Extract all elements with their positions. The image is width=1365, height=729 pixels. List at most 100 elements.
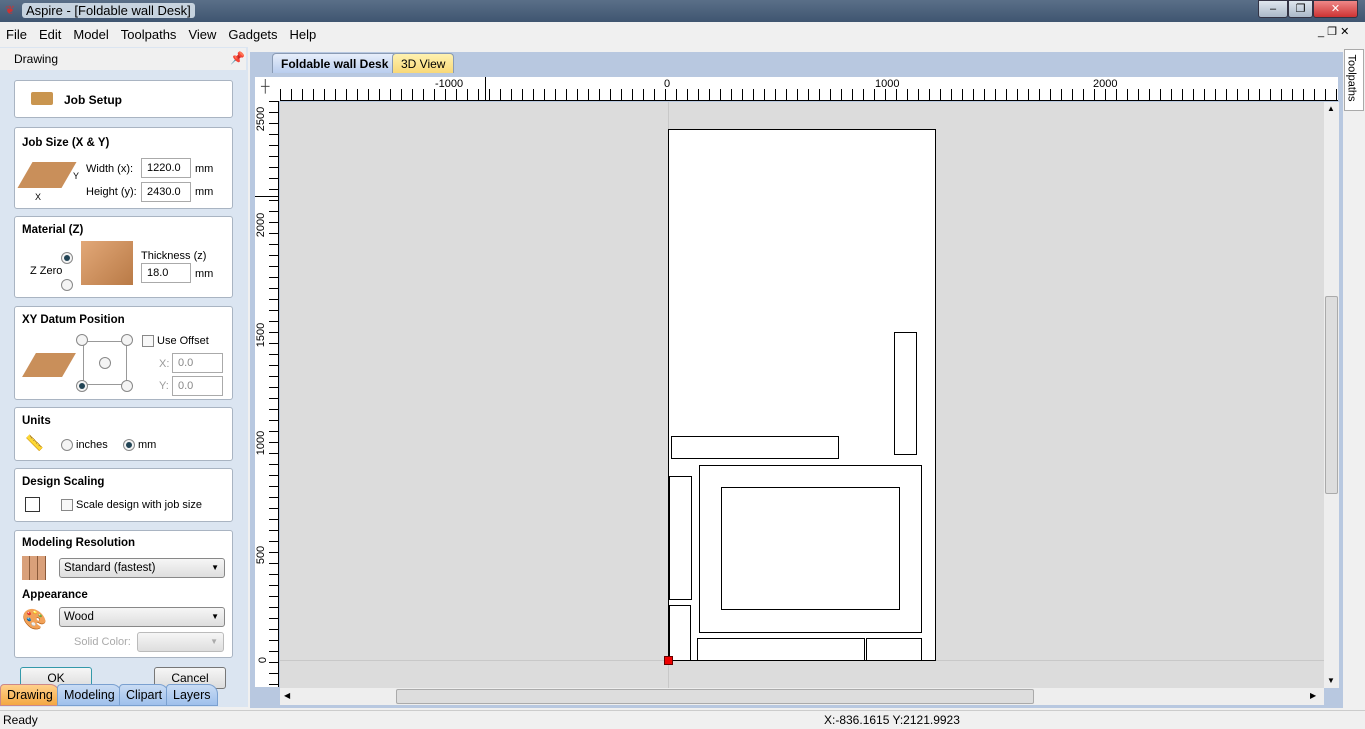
menu-gadgets[interactable]: Gadgets: [222, 22, 283, 42]
resolution-select[interactable]: Standard (fastest): [59, 558, 225, 578]
mdi-controls[interactable]: _ ❐ ✕: [1312, 20, 1355, 38]
menu-view[interactable]: View: [182, 22, 222, 42]
toolpaths-tab-label: Toolpaths: [1345, 54, 1358, 102]
resolution-section: Modeling Resolution Standard (fastest) A…: [14, 530, 233, 658]
tab-clipart[interactable]: Clipart: [119, 684, 170, 706]
scale-icon: [25, 497, 40, 512]
status-bar: Ready X:-836.1615 Y:2121.9923: [0, 710, 1365, 729]
width-unit: mm: [195, 163, 214, 175]
vertical-scroll-thumb[interactable]: [1325, 296, 1338, 494]
datum-marker: [664, 656, 673, 665]
vector-rect[interactable]: [669, 476, 692, 600]
tab-modeling[interactable]: Modeling: [57, 684, 122, 706]
solid-color-label: Solid Color:: [74, 636, 131, 648]
material-block-icon: [81, 241, 133, 285]
material-heading: Material (Z): [22, 224, 84, 236]
vector-rect[interactable]: [721, 487, 900, 610]
tab-3d-view[interactable]: 3D View: [392, 53, 455, 73]
height-input[interactable]: 2430.0: [141, 182, 191, 202]
datum-tl-radio[interactable]: [76, 334, 88, 346]
app-icon: ❦: [5, 3, 16, 17]
vector-rect[interactable]: [894, 332, 917, 455]
tab-2d-view[interactable]: Foldable wall Desk: [272, 53, 398, 73]
xy-datum-section: XY Datum Position Use Offset X: 0.0 Y: 0…: [14, 306, 233, 400]
ruler-corner[interactable]: ┼: [255, 77, 280, 101]
job-size-heading: Job Size (X & Y): [22, 137, 110, 149]
height-label: Height (y):: [86, 186, 137, 198]
z-zero-label: Z Zero: [30, 265, 63, 277]
appearance-heading: Appearance: [22, 589, 88, 601]
vector-rect[interactable]: [669, 605, 691, 661]
menu-edit[interactable]: Edit: [33, 22, 67, 42]
width-input[interactable]: 1220.0: [141, 158, 191, 178]
menu-file[interactable]: File: [0, 22, 33, 42]
solid-color-select[interactable]: [137, 632, 224, 652]
toolpaths-dock-tab[interactable]: Toolpaths: [1344, 49, 1364, 111]
datum-sheet-icon: [22, 353, 76, 377]
menu-toolpaths[interactable]: Toolpaths: [115, 22, 183, 42]
sheet-icon: [17, 162, 77, 188]
units-section: Units 📏 inches mm: [14, 407, 233, 461]
mm-radio[interactable]: [123, 439, 135, 451]
datum-center-radio[interactable]: [99, 357, 111, 369]
inches-radio[interactable]: [61, 439, 73, 451]
horizontal-scrollbar[interactable]: ◀ ▶: [280, 688, 1324, 705]
vector-rect[interactable]: [697, 638, 865, 661]
x-tick-label: 1000: [875, 78, 900, 90]
thickness-unit: mm: [195, 268, 214, 280]
panel-title: Drawing: [14, 52, 59, 66]
offset-x-label: X:: [159, 358, 170, 370]
x-tick-label: 2000: [1093, 78, 1118, 90]
scale-design-checkbox[interactable]: [61, 499, 73, 511]
vertical-scrollbar[interactable]: ▲ ▼: [1324, 102, 1339, 688]
scaling-heading: Design Scaling: [22, 476, 105, 488]
appearance-select[interactable]: Wood: [59, 607, 225, 627]
offset-y-input[interactable]: 0.0: [172, 376, 223, 396]
resolution-grid-icon: [22, 556, 46, 580]
z-zero-top-radio[interactable]: [61, 252, 73, 264]
maximize-button[interactable]: ❐: [1288, 0, 1313, 18]
y-tick-label: 2000: [255, 212, 268, 238]
menu-bar: File Edit Model Toolpaths View Gadgets Help _ …: [0, 22, 1365, 46]
pin-icon[interactable]: 📌: [230, 51, 245, 65]
scale-design-label: Scale design with job size: [76, 499, 202, 511]
palette-icon: 🎨: [22, 609, 47, 631]
window-title: Aspire - [Foldable wall Desk]: [22, 3, 195, 18]
right-dock: Toolpaths: [1343, 47, 1365, 707]
datum-tr-radio[interactable]: [121, 334, 133, 346]
title-bar: ❦ Aspire - [Foldable wall Desk] – ❐ ✕: [0, 0, 1365, 22]
x-axis-label: X: [35, 192, 42, 202]
vector-rect[interactable]: [866, 638, 922, 661]
datum-heading: XY Datum Position: [22, 314, 125, 326]
close-button[interactable]: ✕: [1313, 0, 1358, 18]
z-zero-bottom-radio[interactable]: [61, 279, 73, 291]
inches-label: inches: [76, 439, 108, 451]
horizontal-scroll-thumb[interactable]: [396, 689, 1034, 704]
minimize-button[interactable]: –: [1258, 0, 1288, 18]
vector-rect[interactable]: [671, 436, 839, 459]
menu-help[interactable]: Help: [284, 22, 323, 42]
y-axis-label: Y: [73, 171, 80, 181]
drawing-canvas[interactable]: [280, 102, 1324, 688]
x-tick-label: -1000: [435, 78, 464, 90]
x-tick-label: 0: [664, 78, 671, 90]
tab-drawing[interactable]: Drawing: [0, 684, 60, 706]
y-tick-label: 1500: [255, 322, 268, 348]
ruler-icon: 📏: [25, 435, 44, 452]
offset-y-label: Y:: [159, 380, 169, 392]
y-tick-label: 500: [255, 545, 268, 565]
cursor-coordinates: X:-836.1615 Y:2121.9923: [824, 713, 960, 727]
offset-x-input[interactable]: 0.0: [172, 353, 223, 373]
datum-br-radio[interactable]: [121, 380, 133, 392]
y-tick-label: 0: [257, 656, 270, 664]
job-size-section: Job Size (X & Y) X Y Width (x): 1220.0 m…: [14, 127, 233, 209]
menu-model[interactable]: Model: [67, 22, 114, 42]
use-offset-label: Use Offset: [157, 335, 209, 347]
datum-bl-radio[interactable]: [76, 380, 88, 392]
width-label: Width (x):: [86, 163, 134, 175]
thickness-input[interactable]: 18.0: [141, 263, 191, 283]
design-scaling-section: Design Scaling Scale design with job siz…: [14, 468, 233, 522]
use-offset-checkbox[interactable]: [142, 335, 154, 347]
tab-layers[interactable]: Layers: [166, 684, 218, 706]
board-icon: [31, 92, 53, 105]
